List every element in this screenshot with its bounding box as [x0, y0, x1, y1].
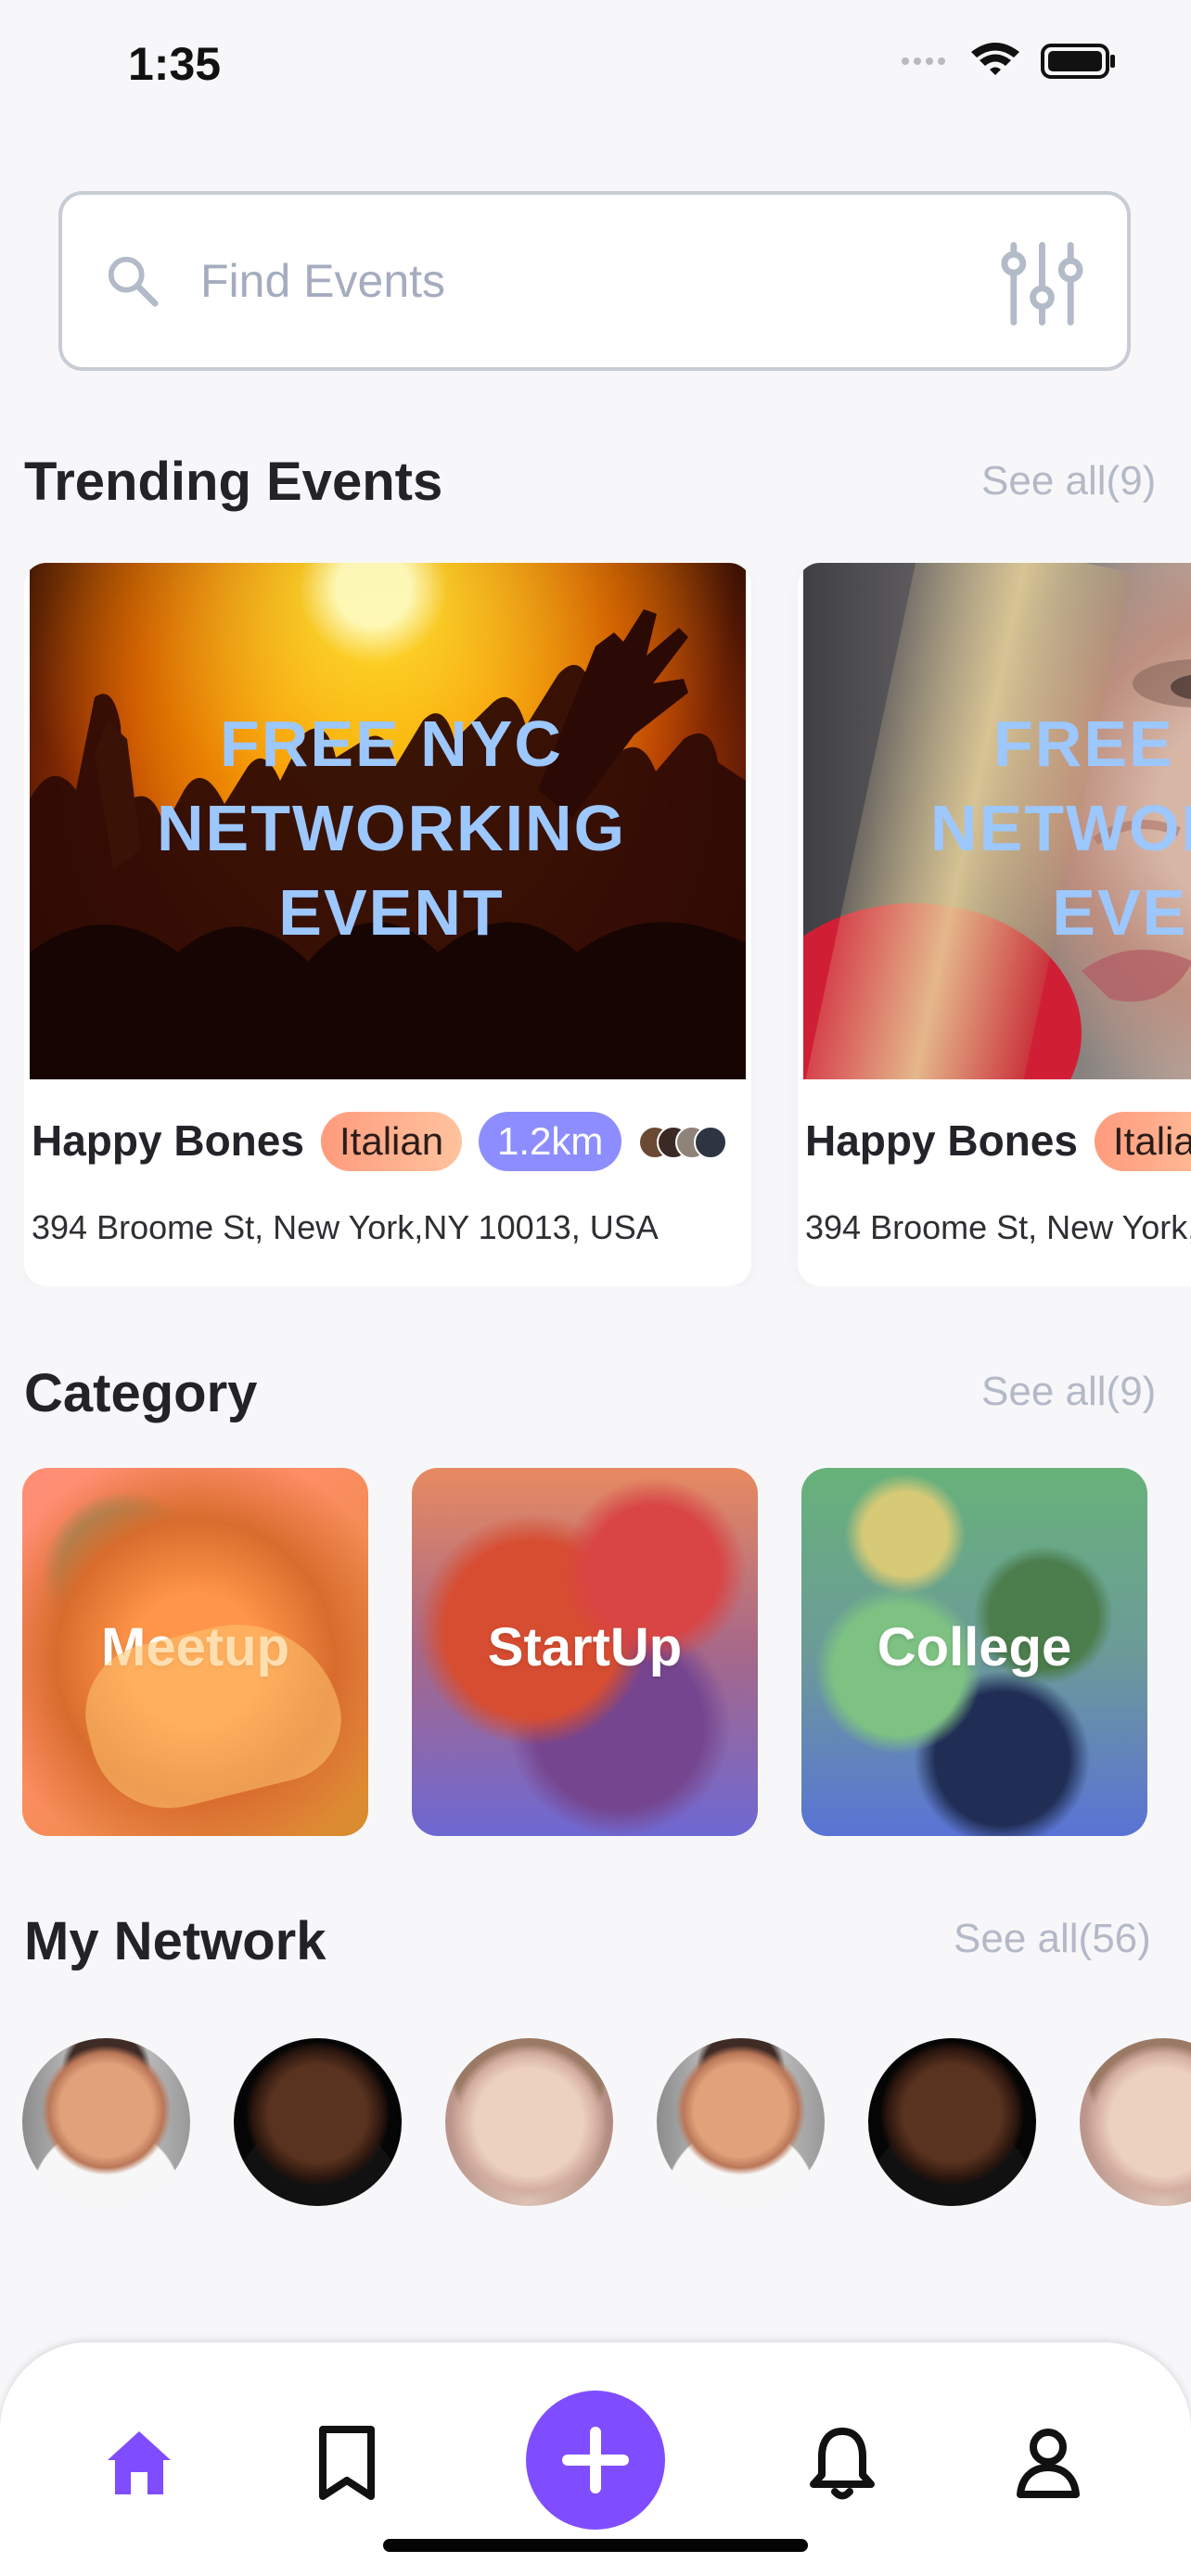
status-icons [902, 42, 1117, 81]
network-carousel[interactable] [22, 2038, 1191, 2208]
battery-icon [1041, 44, 1115, 79]
event-overlay-title: FREE NYC NETWORKING EVENT [929, 708, 1191, 949]
status-bar: 1:35 [0, 0, 1191, 130]
attendee-avatars [638, 1126, 740, 1161]
category-tile-startup[interactable]: StartUp [412, 1468, 758, 1836]
category-label: Meetup [101, 1617, 289, 1677]
plus-icon [562, 2427, 629, 2493]
add-event-button[interactable] [526, 2391, 665, 2530]
network-avatar[interactable] [234, 2038, 402, 2206]
network-avatar[interactable] [657, 2038, 825, 2206]
distance-badge: 1.2km [479, 1112, 622, 1171]
home-icon[interactable] [100, 2424, 178, 2502]
cuisine-tag: Italian [1095, 1112, 1191, 1171]
event-card[interactable]: FREE NYC NETWORKING EVENT Happy Bones It… [798, 563, 1191, 1286]
network-avatar[interactable] [1080, 2038, 1191, 2206]
trending-events-title: Trending Events [24, 452, 443, 512]
concert-event-image: FREE NYC NETWORKING EVENT [30, 563, 746, 1079]
bookmark-icon[interactable] [308, 2424, 386, 2502]
network-avatar[interactable] [22, 2038, 190, 2206]
network-avatar[interactable] [445, 2038, 613, 2206]
event-card[interactable]: FREE NYC NETWORKING EVENT Happy Bones It… [24, 563, 751, 1286]
category-label: StartUp [487, 1617, 683, 1677]
category-label: College [877, 1617, 1072, 1677]
home-indicator [383, 2539, 808, 2552]
status-time: 1:35 [128, 38, 222, 90]
search-bar[interactable] [58, 191, 1131, 371]
category-tile-meetup[interactable]: Meetup [22, 1468, 368, 1836]
event-address: 394 Broome St, New York,NY 10013, USA [805, 1208, 1191, 1246]
event-address: 394 Broome St, New York,NY 10013, USA [32, 1208, 659, 1246]
bell-icon[interactable] [803, 2424, 881, 2502]
signal-dots-icon [902, 53, 950, 70]
search-input[interactable] [198, 253, 963, 309]
wifi-icon [971, 43, 1019, 75]
network-see-all-link[interactable]: See all(56) [954, 1916, 1151, 1962]
woman-event-image: FREE NYC NETWORKING EVENT [803, 563, 1191, 1079]
event-overlay-title: FREE NYC NETWORKING EVENT [156, 708, 627, 949]
event-name: Happy Bones [32, 1116, 304, 1165]
trending-see-all-link[interactable]: See all(9) [981, 458, 1156, 504]
category-see-all-link[interactable]: See all(9) [981, 1369, 1156, 1415]
sliders-filter-icon[interactable] [998, 237, 1086, 330]
search-icon [108, 256, 159, 307]
attendee-avatar [694, 1126, 727, 1159]
cuisine-tag: Italian [321, 1112, 463, 1171]
network-avatar[interactable] [868, 2038, 1036, 2206]
event-name: Happy Bones [805, 1116, 1078, 1165]
user-profile-icon[interactable] [1009, 2424, 1087, 2502]
bottom-navigation [0, 2342, 1191, 2576]
category-title: Category [24, 1363, 258, 1423]
my-network-title: My Network [24, 1911, 327, 1971]
category-tile-college[interactable]: College [801, 1468, 1147, 1836]
trending-events-carousel[interactable]: FREE NYC NETWORKING EVENT Happy Bones It… [24, 563, 1191, 1286]
category-carousel[interactable]: Meetup StartUp College [22, 1468, 1191, 1836]
